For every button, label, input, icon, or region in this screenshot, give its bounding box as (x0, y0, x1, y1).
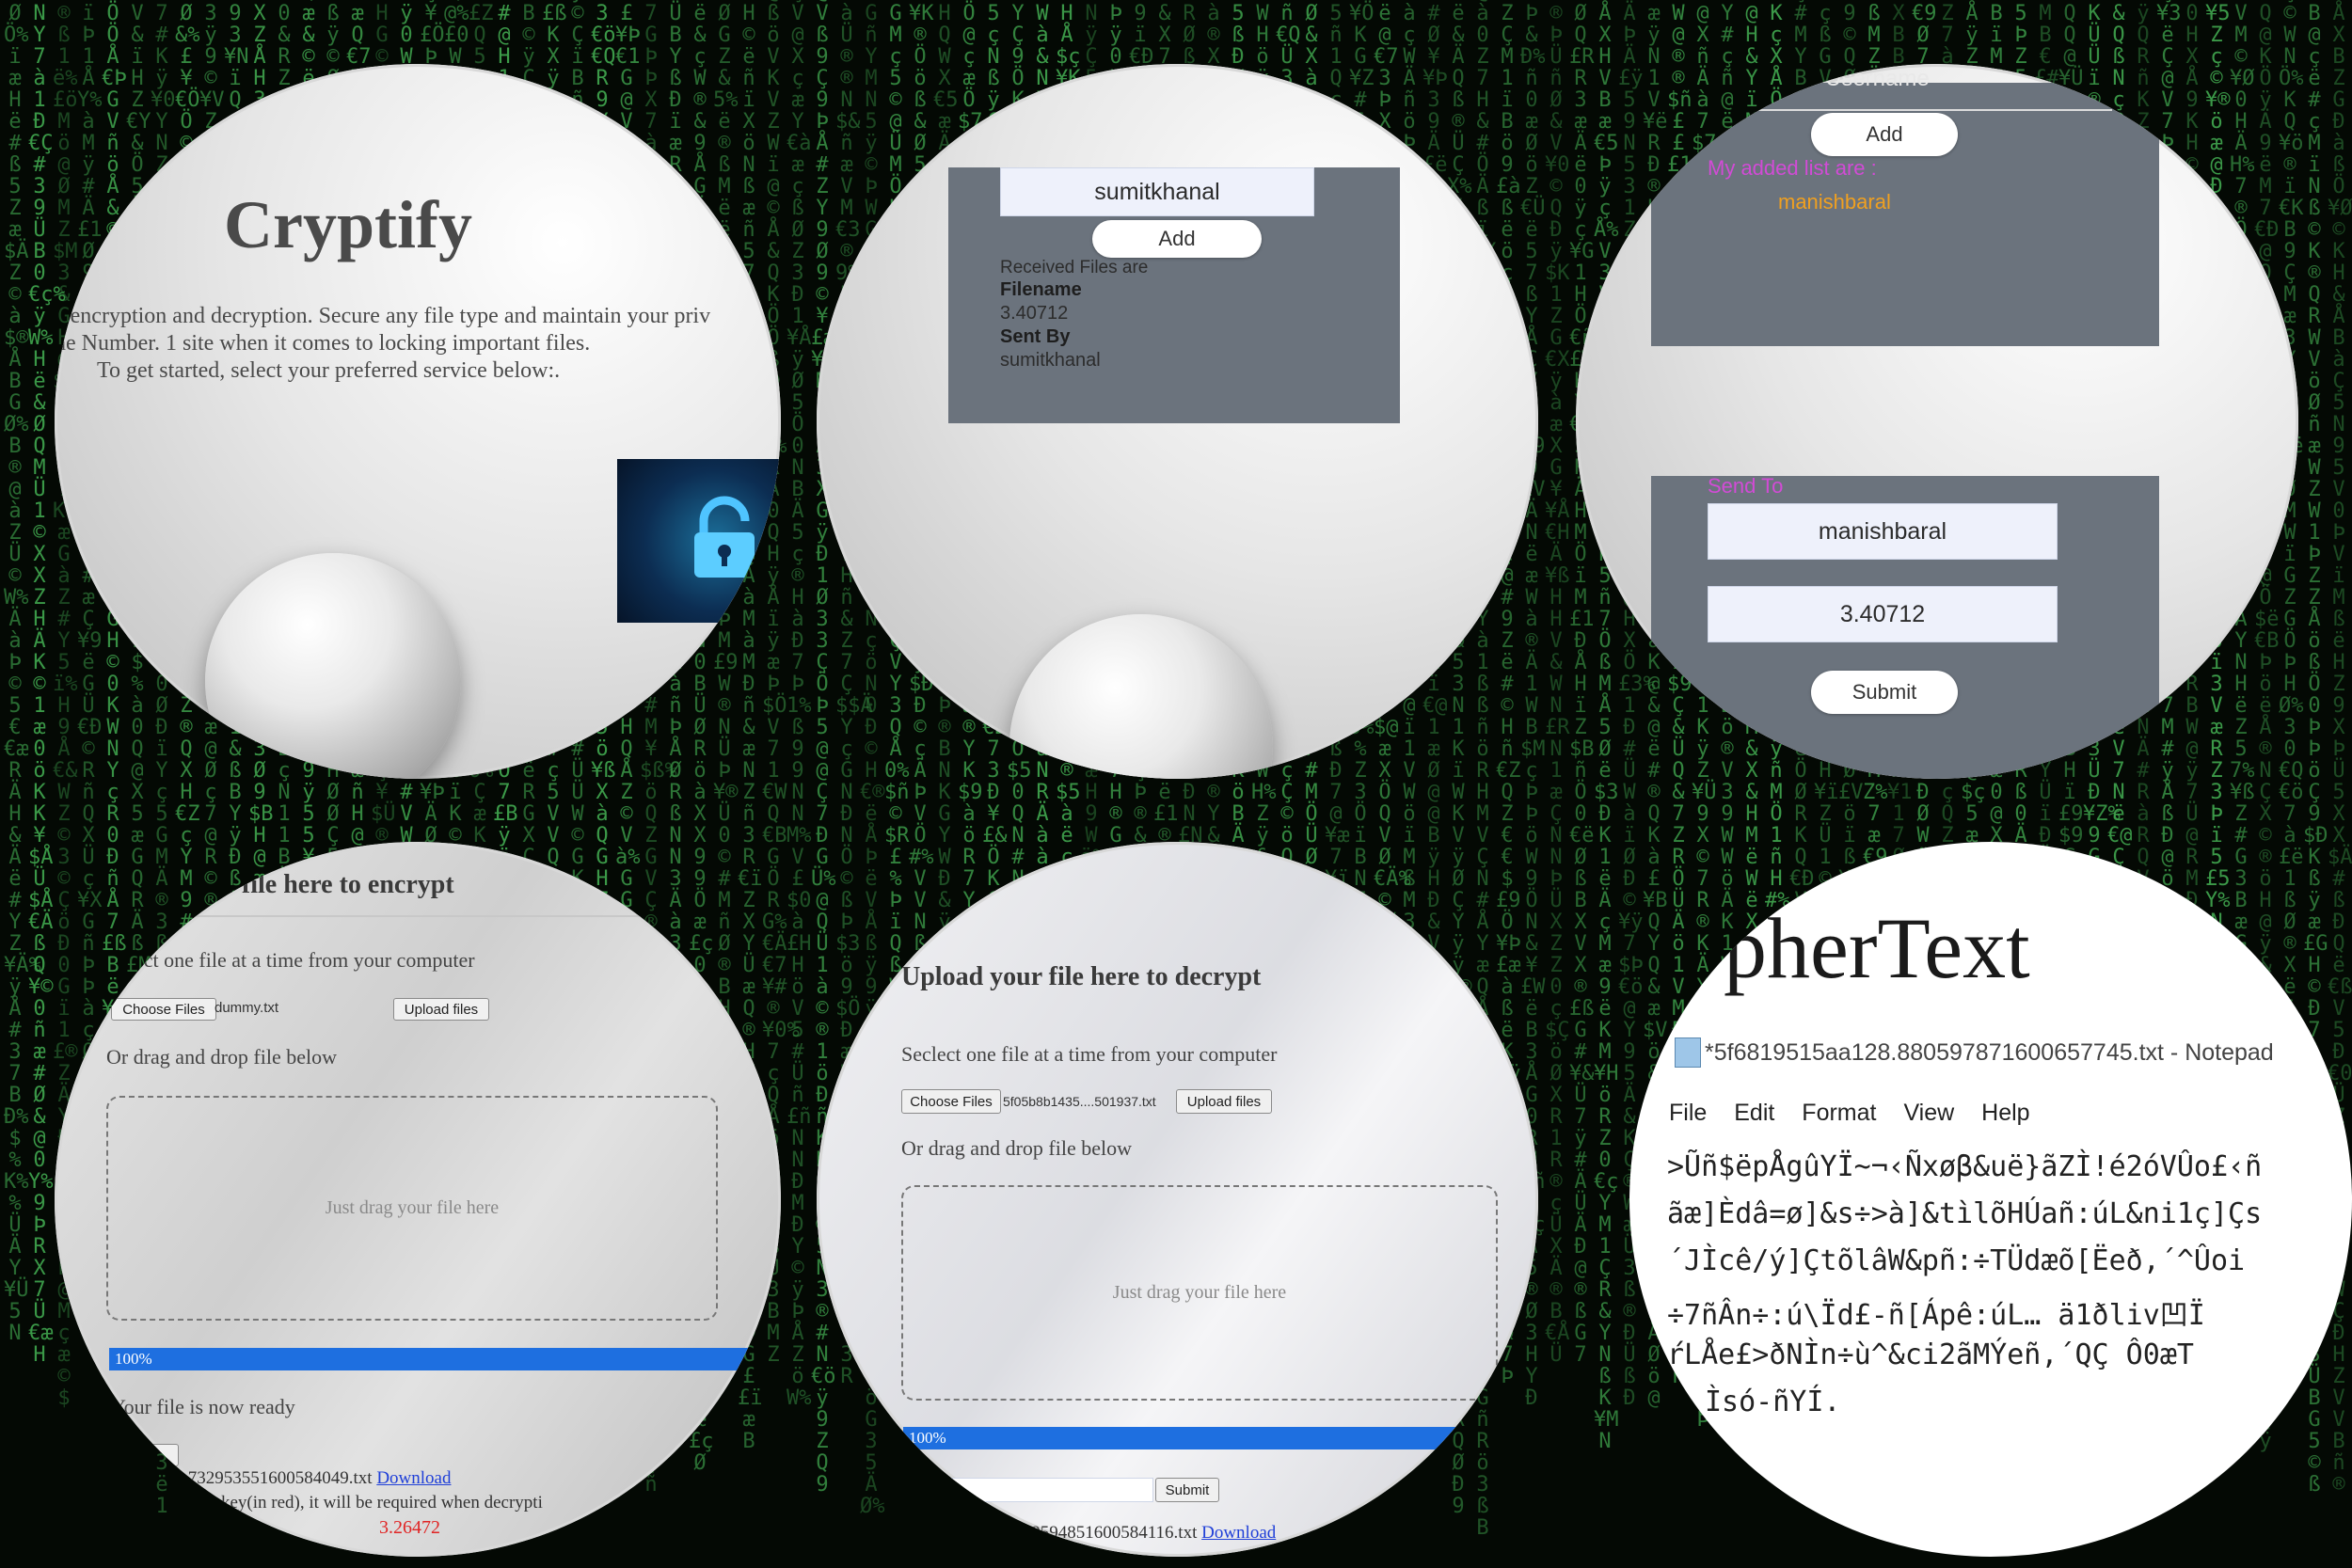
choose-files-button[interactable]: Choose Files (901, 1089, 1001, 1114)
matrix-column: ÐØQ£RR3æÄë0ÿç¥G1HÖ€ñ£WKY€H5KÄHMÖïM£1ÐÅHï… (1569, 0, 1595, 1367)
decorative-sphere (1009, 614, 1273, 779)
result-file-name: 6.81959485160058411​6.txt (1000, 1523, 1198, 1543)
username-underline (1717, 109, 2112, 111)
upload-files-button[interactable]: Upload files (393, 998, 489, 1021)
intro-line-1: e encryption and decryption. Secure any … (55, 304, 711, 328)
added-user: manishbaral (1778, 190, 1891, 214)
menu-file[interactable]: File (1669, 1100, 1707, 1126)
drag-drop-text: Or drag and drop file below (106, 1045, 337, 1069)
key-input[interactable]: 3.40712 (1708, 586, 2058, 642)
heading-divider (92, 915, 770, 917)
cipher-line-4: ÷7ñÂn÷:ú\Ïd£-ñ[Ápê:úL… ä1ðliv凹Ï (1667, 1299, 2205, 1332)
cipher-line-1: >Ũñ$ëpÅgûYÏ~¬‹Ñxøβ&uë}ãZÌ!é2óVÛo£‹ñ (1667, 1150, 2263, 1183)
matrix-column: ÐÅXHVBæ€5ÞÿçÅ%V3VHëñ®Äß©WÖÄÐH5ñ7ÖßMÅ5Øë$… (1594, 0, 1619, 1453)
download-link[interactable]: Download (376, 1468, 451, 1488)
send-to-input[interactable]: manishbaral (1708, 503, 2058, 560)
submit-button[interactable]: Submit (1811, 671, 1958, 714)
menu-help[interactable]: Help (1981, 1100, 2029, 1126)
chosen-file-name: 5f05b8b1435....501937.txt (1003, 1094, 1156, 1109)
remember-key-text: ber the key(in red), it will be required… (167, 1493, 543, 1513)
screenshot-circle-encrypt: r file here to encrypt ect one file at a… (55, 842, 781, 1557)
result-file-name: 669450.73295355160058​4049.txt (130, 1468, 373, 1488)
select-text: ect one file at a time from your compute… (135, 948, 475, 972)
progress-bar: 100% (903, 1427, 1538, 1449)
received-files-heading: Received Files are (1000, 258, 1149, 277)
result-line: 669450.73295355160058​4049.txt Download (130, 1468, 451, 1489)
filename-label: Filename (1000, 279, 1082, 300)
intro-line-3: To get started, select your preferred se… (97, 358, 561, 383)
app-title: Cryptify (224, 187, 472, 262)
drop-zone[interactable]: Just drag your file here (901, 1185, 1498, 1401)
download-link[interactable]: Download (1201, 1523, 1276, 1543)
upload-files-button[interactable]: Upload files (1176, 1089, 1272, 1114)
intro-line-2: he Number. 1 site when it comes to locki… (55, 331, 591, 356)
cipher-line-2: ãæ]Èdâ=ø]&s÷>à]&tìlõHÚañ:úL&ni1ç]Çs (1667, 1197, 2263, 1230)
sent-by-value: sumitkhanal (1000, 350, 1101, 371)
decrypt-heading: Upload your file here to decrypt (901, 962, 1262, 991)
decorative-sphere (205, 553, 461, 779)
cipher-line-6: Ìsó-ñYÍ. (1705, 1386, 1841, 1418)
matrix-column: àØÖ%ïæHë#ß5Zæ$ÄZ©à$®ÅBGØ%B®@àZÜ©W%ÄàÞ©5€… (4, 0, 41, 1345)
small-button[interactable]: re (120, 1444, 179, 1466)
encryption-key: 3.26472 (379, 1517, 440, 1538)
matrix-column: çV@XçæY€àæçßØZ3Ð1¥ÅÿØ5Ö0NBÄ5ç®HàÐ7Þ1%ß99… (787, 0, 812, 1410)
add-button[interactable]: Add (1811, 113, 1958, 156)
file-ready-text: Your file is now ready (111, 1395, 295, 1418)
username-label: Username (1825, 66, 1930, 91)
screenshot-circle-send-to: Username Add My added list are : manishb… (1576, 64, 2298, 779)
menu-format[interactable]: Format (1802, 1100, 1876, 1126)
matrix-column: €1®ÞÜñØ&V¥0©QÐÿ$K1ZG€XÿàæXG¥¥Å€HÄ¥ßHHV&W… (1545, 0, 1570, 1367)
choose-files-button[interactable]: Choose Files (111, 998, 216, 1021)
cipher-line-3: ´JÌcê/ý]ÇtõlâW&pñ:÷TÜdæõ[Ëeð,´^Ûoi (1667, 1244, 2246, 1277)
send-to-label: Send To (1708, 474, 1784, 498)
encrypt-heading: r file here to encrypt (224, 870, 454, 899)
submit-button[interactable]: Submit (1155, 1478, 1219, 1502)
result-line: 6.81959485160058411​6.txt Download (1000, 1523, 1276, 1544)
screenshot-circle-home: Cryptify e encryption and decryption. Se… (55, 64, 781, 779)
add-button[interactable]: Add (1092, 220, 1262, 258)
drag-drop-text: Or drag and drop file below (901, 1136, 1132, 1160)
notepad-menubar: File Edit Format View Help (1669, 1100, 2030, 1127)
sent-by-label: Sent By (1000, 326, 1071, 347)
filename-value: 3.40712 (1000, 303, 1069, 324)
matrix-column: RNY7à1Ð€Ç#39ÜB0€ç%ÿW%Hë&ØQMÜ1©XXZHÄK©1æ0… (28, 0, 66, 1367)
screenshot-circle-decrypt: Upload your file here to decrypt Seclect… (817, 842, 1538, 1557)
cipher-line-5: ŕLÅe£>ðNÌn÷ù^&ci2ãMÝeñ,´QÇ Ô0æT (1667, 1338, 2194, 1371)
added-list-label: My added list are : (1708, 156, 1877, 180)
drop-zone[interactable]: Just drag your file here (106, 1096, 718, 1321)
screenshot-circle-received-files: sumitkhanal Add Received Files are Filen… (817, 64, 1538, 779)
menu-view[interactable]: View (1903, 1100, 1954, 1126)
notepad-icon (1675, 1037, 1701, 1068)
key-input[interactable]: 2 (930, 1478, 1153, 1502)
ciphertext-heading: pherText (1724, 900, 2030, 996)
notepad-window-title: *5f6819515aa128.88059787160065​7745.txt … (1705, 1039, 2274, 1066)
username-input[interactable]: sumitkhanal (1000, 167, 1314, 216)
padlock-icon (694, 496, 755, 578)
chosen-file-name: dummy.txt (215, 1000, 279, 1016)
select-text: Seclect one file at a time from your com… (901, 1042, 1278, 1066)
screenshot-circle-ciphertext: pherText *5f6819515aa128.88059787160065​… (1629, 842, 2352, 1557)
lock-image (617, 459, 781, 623)
progress-bar: 100% (109, 1348, 770, 1370)
menu-edit[interactable]: Edit (1734, 1100, 1774, 1126)
